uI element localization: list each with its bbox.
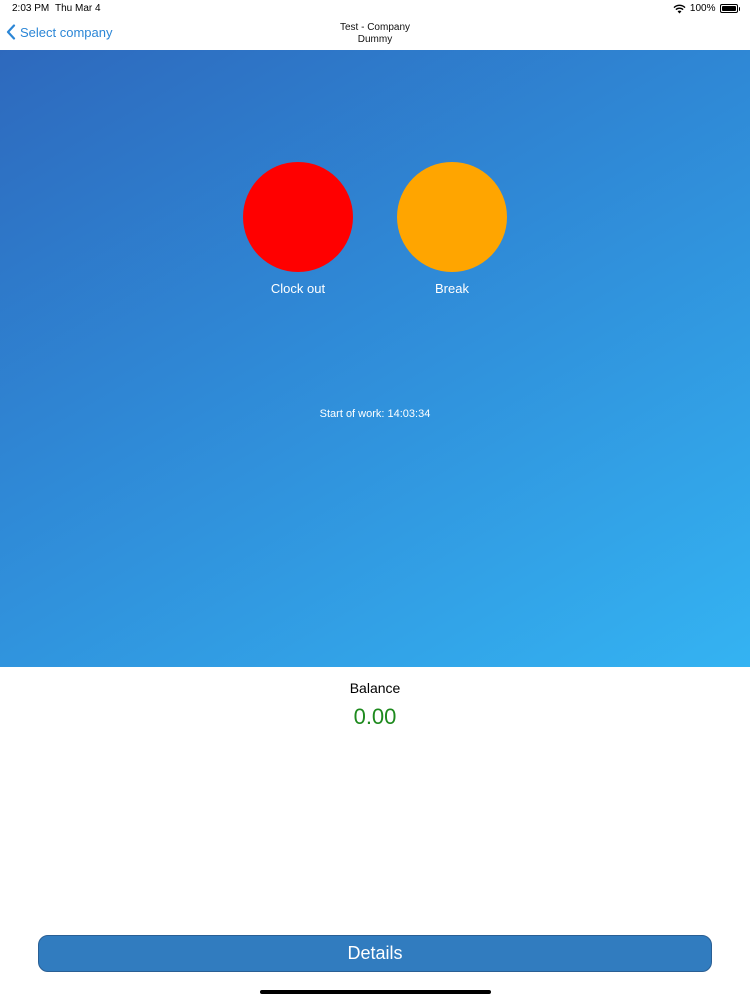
clock-panel: Clock out Break Start of work: 14:03:34 xyxy=(0,50,750,667)
status-time: 2:03 PM xyxy=(12,3,50,14)
break-button[interactable]: Break xyxy=(397,162,507,296)
clock-out-circle[interactable] xyxy=(243,162,353,272)
status-date: Thu Mar 4 xyxy=(55,3,101,14)
page-title-line2: Dummy xyxy=(357,34,393,45)
wifi-icon xyxy=(673,4,686,13)
page-title: Test - Company Dummy xyxy=(0,22,750,46)
clock-out-label: Clock out xyxy=(270,281,326,296)
details-button[interactable]: Details xyxy=(38,935,712,972)
start-of-work-text: Start of work: 14:03:34 xyxy=(319,408,431,420)
balance-label: Balance xyxy=(349,680,401,696)
break-label: Break xyxy=(435,281,469,296)
home-indicator xyxy=(260,990,491,994)
battery-percent: 100% xyxy=(689,3,716,14)
battery-icon xyxy=(719,4,740,13)
balance-value: 0.00 xyxy=(353,704,397,729)
status-indicators: 100% xyxy=(673,3,740,14)
navigation-bar: Select company Test - Company Dummy xyxy=(0,18,750,50)
status-bar: 2:03 PM Thu Mar 4 100% xyxy=(0,0,750,18)
clock-out-button[interactable]: Clock out xyxy=(243,162,353,296)
break-circle[interactable] xyxy=(397,162,507,272)
page-title-line1: Test - Company xyxy=(339,22,411,33)
